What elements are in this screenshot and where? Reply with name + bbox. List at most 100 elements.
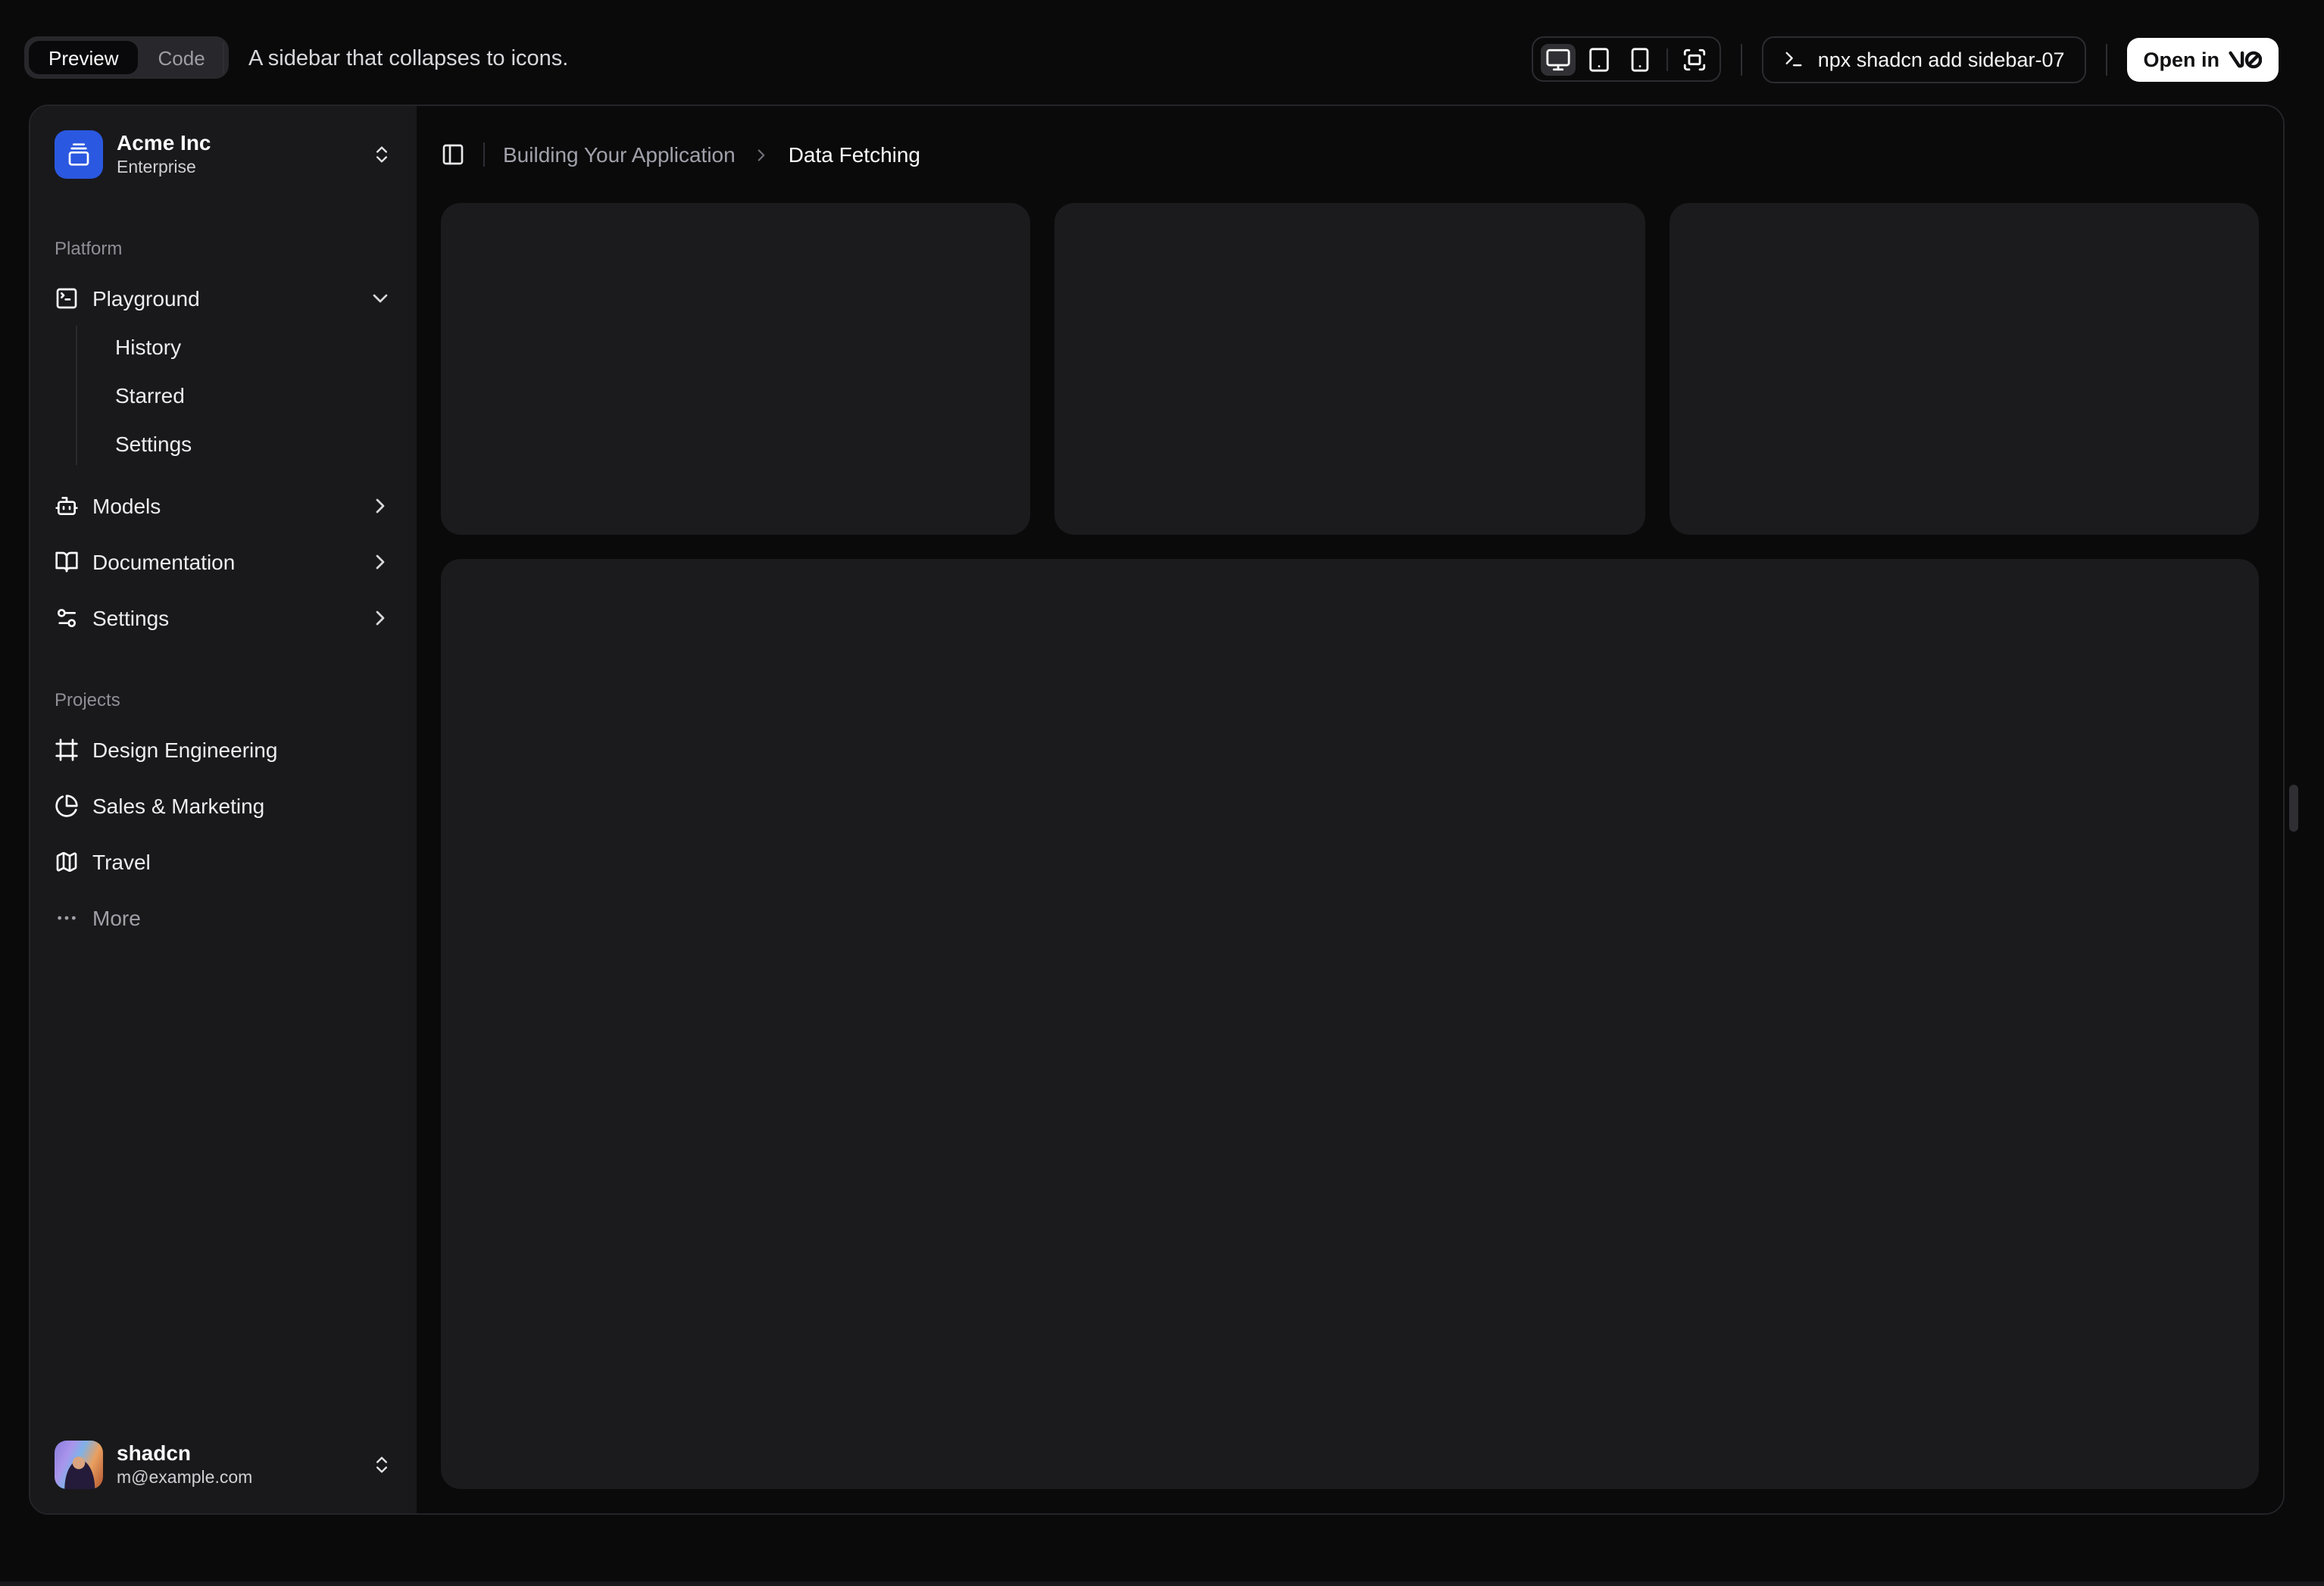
settings-2-icon — [55, 605, 79, 629]
page-scrollbar-thumb[interactable] — [2289, 785, 2298, 832]
app-sidebar: Acme Inc Enterprise Platform Playground … — [30, 106, 417, 1513]
install-command-text: npx shadcn add sidebar-07 — [1817, 48, 2065, 70]
tab-code[interactable]: Code — [139, 41, 225, 74]
device-group-separator — [1666, 48, 1668, 70]
component-description: A sidebar that collapses to icons. — [248, 47, 569, 71]
group-label-projects: Projects — [55, 689, 120, 710]
placeholder-big-card — [441, 558, 2259, 1489]
sidebar-item-design-engineering[interactable]: Design Engineering — [42, 724, 405, 774]
sidebar-group-projects: Projects Design Engineering Sales & Mark… — [42, 642, 405, 942]
device-size-toggle-group — [1531, 36, 1721, 82]
user-menu-button[interactable]: shadcn m@example.com — [42, 1428, 405, 1501]
org-logo — [55, 130, 103, 179]
terminal-icon — [1783, 48, 1804, 70]
org-switcher-button[interactable]: Acme Inc Enterprise — [42, 118, 405, 191]
sidebar-item-documentation[interactable]: Documentation — [42, 536, 405, 586]
main-content: Building Your Application Data Fetching — [417, 106, 2283, 1513]
sidebar-group-platform: Platform Playground History Starred Sett… — [42, 203, 405, 642]
sidebar-item-playground[interactable]: Playground — [42, 273, 405, 323]
breadcrumb-separator-bar — [483, 142, 485, 167]
sidebar-toggle-button[interactable] — [432, 133, 474, 176]
ellipsis-icon — [55, 905, 79, 929]
panel-left-icon — [441, 142, 465, 167]
user-email: m@example.com — [117, 1469, 253, 1488]
top-toolbar: Preview Code A sidebar that collapses to… — [0, 0, 2324, 105]
item-label: Design Engineering — [92, 737, 278, 761]
platform-menu: Playground History Starred Settings Mode… — [42, 273, 405, 642]
fullscreen-button[interactable] — [1677, 43, 1712, 75]
v0-logo-icon — [2229, 49, 2262, 69]
bottom-edge-strip — [0, 1581, 2324, 1586]
toolbar-divider — [223, 42, 224, 74]
monitor-icon — [1545, 46, 1571, 72]
playground-submenu: History Starred Settings — [76, 326, 405, 465]
org-plan: Enterprise — [117, 158, 196, 177]
breadcrumb: Building Your Application Data Fetching — [503, 142, 920, 167]
sidebar-subitem-starred[interactable]: Starred — [102, 374, 405, 417]
placeholder-card — [441, 203, 1031, 535]
chevron-right-icon — [368, 493, 392, 517]
sidebar-footer: shadcn m@example.com — [30, 1416, 417, 1513]
placeholder-cards-row — [441, 203, 2259, 535]
item-label: Models — [92, 493, 161, 517]
map-icon — [55, 849, 79, 873]
chevron-right-icon — [368, 549, 392, 573]
user-identity: shadcn m@example.com — [117, 1441, 252, 1489]
breadcrumb-parent[interactable]: Building Your Application — [503, 142, 736, 167]
sidebar-item-sales-marketing[interactable]: Sales & Marketing — [42, 780, 405, 830]
avatar — [55, 1441, 103, 1489]
placeholder-card — [1669, 203, 2259, 535]
square-terminal-icon — [55, 286, 79, 310]
menu-entry-playground: Playground History Starred Settings — [42, 273, 405, 474]
book-open-icon — [55, 549, 79, 573]
page: Preview Code A sidebar that collapses to… — [0, 0, 2324, 1586]
projects-menu: Design Engineering Sales & Marketing Tra… — [42, 724, 405, 942]
chevrons-up-down-icon — [371, 1454, 392, 1475]
sidebar-item-more[interactable]: More — [42, 892, 405, 942]
item-label: Documentation — [92, 549, 236, 573]
user-name: shadcn — [117, 1441, 192, 1466]
bot-icon — [55, 493, 79, 517]
chevron-down-icon — [368, 286, 392, 310]
sidebar-item-travel[interactable]: Travel — [42, 836, 405, 886]
mobile-view-button[interactable] — [1623, 43, 1657, 75]
breadcrumb-current: Data Fetching — [788, 142, 921, 167]
tab-preview[interactable]: Preview — [29, 41, 139, 74]
org-name: Acme Inc — [117, 130, 211, 155]
item-label: More — [92, 905, 141, 929]
chevrons-up-down-icon — [371, 144, 392, 165]
org-identity: Acme Inc Enterprise — [117, 130, 211, 179]
gallery-vertical-end-icon — [67, 142, 91, 167]
chevron-right-icon — [368, 605, 392, 629]
group-label-platform: Platform — [55, 238, 123, 259]
desktop-view-button[interactable] — [1540, 43, 1576, 75]
smartphone-icon — [1627, 46, 1653, 72]
toolbar-right-cluster: npx shadcn add sidebar-07 Open in — [1531, 36, 2279, 83]
toolbar-separator — [1740, 43, 1742, 75]
main-body — [417, 203, 2283, 1513]
component-preview-frame: Acme Inc Enterprise Platform Playground … — [29, 105, 2285, 1515]
chevron-right-icon — [752, 145, 772, 164]
item-label: Sales & Marketing — [92, 793, 265, 817]
open-in-label: Open in — [2143, 48, 2220, 70]
item-label: Settings — [92, 605, 170, 629]
tablet-view-button[interactable] — [1582, 43, 1616, 75]
sidebar-content: Platform Playground History Starred Sett… — [30, 203, 417, 1416]
sidebar-subitem-history[interactable]: History — [102, 326, 405, 368]
sidebar-header: Acme Inc Enterprise — [30, 106, 417, 203]
tablet-icon — [1586, 46, 1612, 72]
open-in-v0-button[interactable]: Open in — [2126, 37, 2279, 81]
item-label: Playground — [92, 286, 200, 310]
sidebar-subitem-settings[interactable]: Settings — [102, 423, 405, 465]
toolbar-separator — [2105, 43, 2107, 75]
item-label: Travel — [92, 849, 151, 873]
install-command-button[interactable]: npx shadcn add sidebar-07 — [1761, 36, 2086, 83]
frame-icon — [55, 737, 79, 761]
sidebar-item-models[interactable]: Models — [42, 480, 405, 530]
placeholder-card — [1054, 203, 1645, 535]
preview-code-toggle: Preview Code — [24, 36, 230, 79]
fullscreen-icon — [1682, 46, 1707, 72]
pie-chart-icon — [55, 793, 79, 817]
main-header: Building Your Application Data Fetching — [417, 106, 2283, 203]
sidebar-item-settings[interactable]: Settings — [42, 592, 405, 642]
